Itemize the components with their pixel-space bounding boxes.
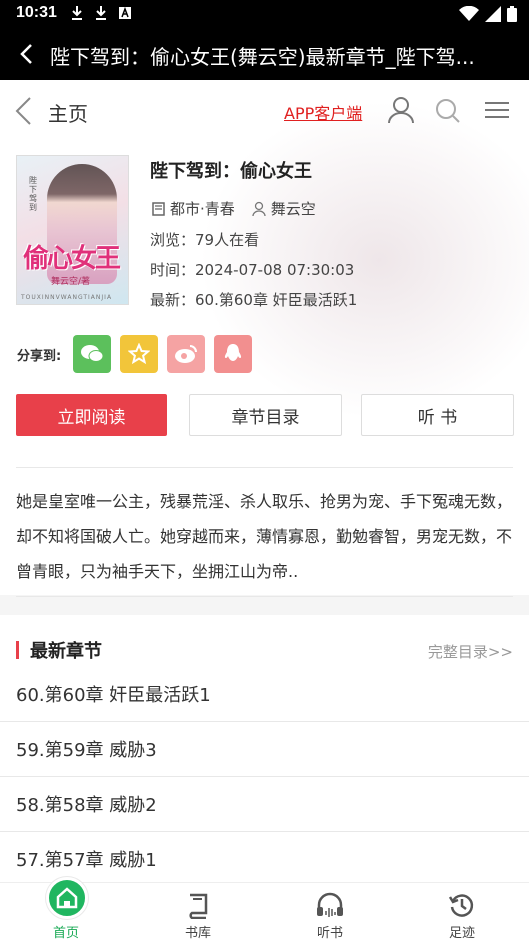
book-title: 陛下驾到：偷心女王 — [150, 161, 312, 182]
browser-title-bar: 陛下驾到：偷心女王(舞云空)最新章节_陛下驾... — [0, 28, 529, 80]
book-update-time: 时间：2024-07-08 07:30:03 — [150, 261, 355, 279]
tab-audiobook-label: 听书 — [316, 926, 343, 941]
book-category[interactable]: 都市·青春 — [170, 198, 235, 219]
site-nav: 主页 APP客户端 — [0, 80, 529, 140]
headphones-icon — [317, 892, 343, 917]
chapter-title: 60.第60章 奸臣最活跃1 — [16, 685, 211, 706]
full-catalog-link[interactable]: 完整目录>> — [428, 641, 513, 662]
home-tab-bubble — [46, 877, 88, 919]
wechat-share-button[interactable] — [73, 335, 111, 373]
weibo-share-button[interactable] — [167, 335, 205, 373]
status-time: 10:31 — [16, 4, 57, 21]
tab-library[interactable]: 书库 — [132, 883, 264, 942]
history-icon — [448, 894, 474, 917]
book-author[interactable]: 舞云空 — [271, 198, 316, 219]
divider — [16, 467, 513, 468]
tab-history-label: 足迹 — [448, 926, 475, 941]
weibo-icon — [175, 345, 197, 363]
chapter-item[interactable]: 58.第58章 威胁2 — [0, 777, 529, 832]
tab-library-label: 书库 — [184, 926, 211, 941]
page-content: 主页 APP客户端 陛下驾到 偷心女王 舞云空/著 TOUXINNVWANGTI… — [0, 80, 529, 882]
back-arrow-icon[interactable] — [16, 42, 38, 66]
share-label: 分享到: — [17, 348, 62, 364]
status-notifications — [70, 5, 132, 21]
cover-title: 偷心女王 — [23, 244, 121, 274]
qq-icon — [224, 344, 242, 361]
search-icon[interactable] — [435, 98, 461, 124]
page-title: 陛下驾到：偷心女王(舞云空)最新章节_陛下驾... — [50, 45, 475, 69]
status-bar: 10:31 — [0, 0, 529, 28]
latest-chapters-title: 最新章节 — [30, 641, 102, 662]
signal-icon — [485, 6, 501, 22]
read-now-button[interactable]: 立即阅读 — [16, 394, 167, 436]
bottom-tab-bar: 首页 书库 听书 足迹 — [0, 877, 529, 942]
chapter-item[interactable]: 60.第60章 奸臣最活跃1 — [0, 667, 529, 722]
book-icon — [152, 201, 165, 216]
listen-button[interactable]: 听 书 — [361, 394, 514, 436]
cover-vertical-text: 陛下驾到 — [29, 176, 37, 212]
section-accent-bar — [16, 641, 19, 659]
book-hero: 主页 APP客户端 陛下驾到 偷心女王 舞云空/著 TOUXINNVWANGTI… — [0, 80, 529, 597]
book-actions: 立即阅读 章节目录 听 书 — [16, 394, 514, 436]
status-system-icons — [459, 6, 517, 22]
cover-author: 舞云空/著 — [51, 277, 91, 287]
chapter-title: 57.第57章 威胁1 — [16, 850, 157, 871]
chapter-item[interactable]: 57.第57章 威胁1 — [0, 832, 529, 882]
book-cover[interactable]: 陛下驾到 偷心女王 舞云空/著 TOUXINNVWANGTIANJIA — [16, 155, 129, 305]
book-description: 她是皇室唯一公主，残暴荒淫、杀人取乐、抢男为宠、手下冤魂无数，却不知将国破人亡。… — [16, 492, 513, 581]
battery-icon — [507, 6, 517, 22]
book-latest-chapter[interactable]: 最新：60.第60章 奸臣最活跃1 — [150, 289, 357, 310]
tab-audiobook[interactable]: 听书 — [264, 883, 396, 942]
book-category-author: 都市·青春 舞云空 — [152, 198, 316, 219]
user-icon[interactable] — [388, 96, 414, 124]
qq-share-button[interactable] — [214, 335, 252, 373]
home-link[interactable]: 主页 — [48, 98, 88, 127]
star-icon — [128, 343, 150, 365]
cover-pinyin: TOUXINNVWANGTIANJIA — [21, 294, 113, 301]
chapter-title: 58.第58章 威胁2 — [16, 795, 157, 816]
tab-home[interactable]: 首页 — [0, 877, 132, 942]
share-bar: 分享到: — [17, 335, 261, 373]
back-icon[interactable] — [14, 96, 34, 126]
divider — [16, 596, 513, 597]
chapter-item[interactable]: 59.第59章 威胁3 — [0, 722, 529, 777]
chapter-title: 59.第59章 威胁3 — [16, 740, 157, 761]
wifi-icon — [459, 6, 479, 21]
menu-icon[interactable] — [484, 100, 510, 120]
latest-chapters-section: 最新章节 完整目录>> 60.第60章 奸臣最活跃1 59.第59章 威胁3 5… — [0, 615, 529, 882]
font-icon — [119, 6, 131, 19]
download-icon — [96, 6, 106, 20]
favorite-share-button[interactable] — [120, 335, 158, 373]
chapter-list-button[interactable]: 章节目录 — [189, 394, 342, 436]
book-views: 浏览：79人在看 — [150, 231, 260, 249]
download-icon — [72, 6, 82, 20]
author-icon — [252, 201, 266, 216]
book-info: 陛下驾到：偷心女王 — [150, 157, 510, 183]
tab-home-label: 首页 — [52, 926, 79, 941]
app-client-link[interactable]: APP客户端 — [284, 100, 362, 124]
tab-history[interactable]: 足迹 — [396, 883, 528, 942]
home-icon — [56, 887, 78, 909]
book-library-icon — [189, 893, 208, 919]
wechat-icon — [81, 345, 104, 362]
